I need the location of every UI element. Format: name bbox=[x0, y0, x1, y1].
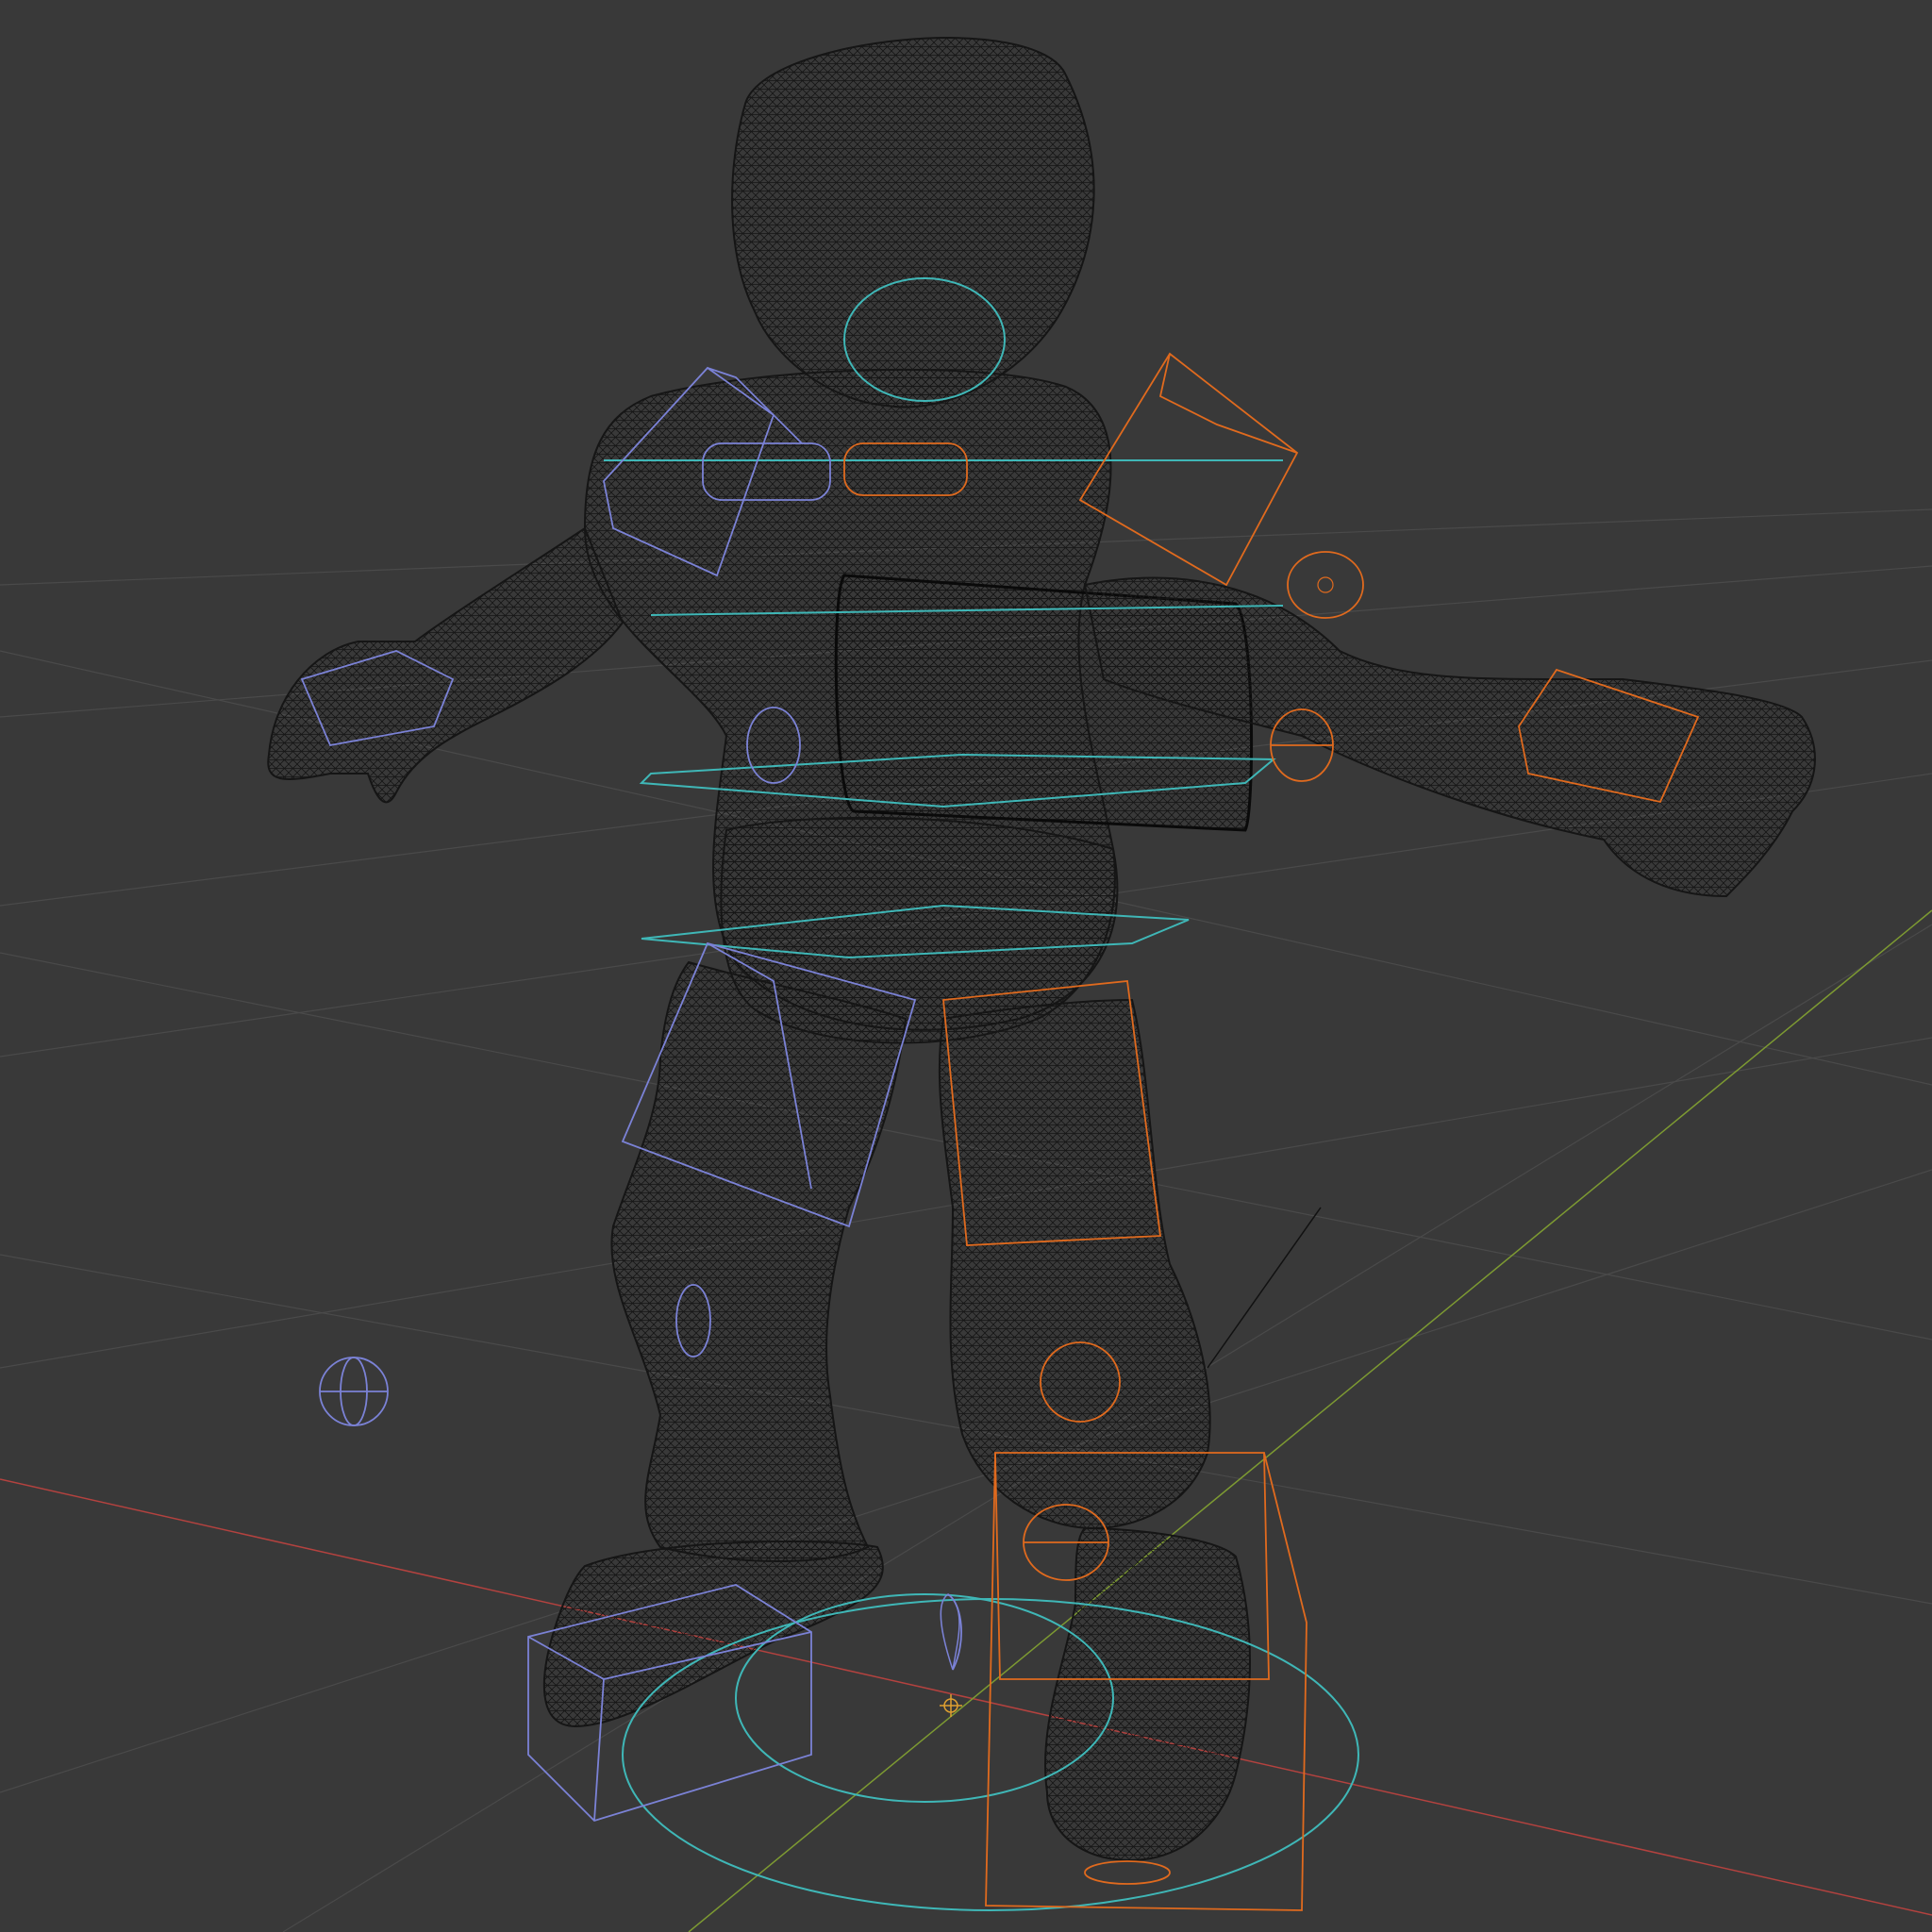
character-mesh bbox=[267, 37, 1816, 1861]
empty-sphere-icon[interactable] bbox=[1317, 576, 1334, 593]
x-axis-line bbox=[0, 1478, 1932, 1916]
origin-marker-icon[interactable] bbox=[940, 1694, 962, 1717]
camera-guide-line bbox=[1207, 1207, 1322, 1369]
3d-viewport[interactable] bbox=[0, 0, 1932, 1932]
viewport-canvas[interactable] bbox=[0, 0, 1932, 1932]
